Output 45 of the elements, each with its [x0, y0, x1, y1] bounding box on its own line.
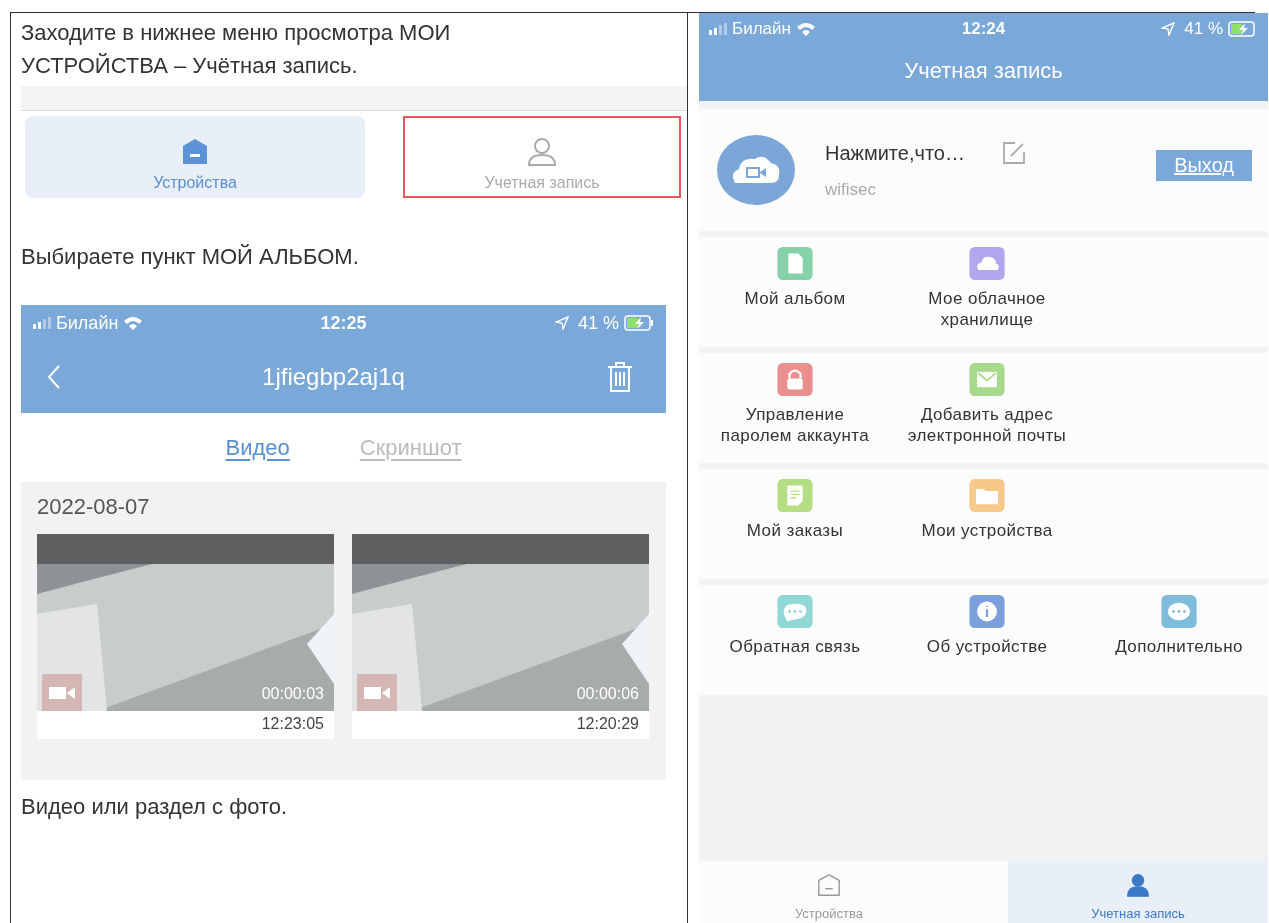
account-name: wifisec: [825, 180, 877, 200]
carrier-name: Билайн: [732, 19, 791, 39]
battery-percent: 41 %: [577, 312, 619, 334]
house-icon: [816, 872, 842, 898]
video-time: 12:20:29: [575, 714, 640, 734]
location-arrow-icon: [554, 316, 569, 330]
clock-time: 12:25: [320, 312, 367, 334]
video-camera-icon: [364, 685, 390, 701]
instruction-text: Выбираете пункт МОЙ АЛЬБОМ.: [21, 243, 360, 271]
menu-item[interactable]: Мои устройства: [891, 479, 1083, 541]
wifi-icon: [795, 22, 816, 36]
trash-icon[interactable]: [606, 361, 634, 393]
video-duration: 00:00:03: [261, 685, 324, 703]
screen-title: Учетная запись: [903, 57, 1064, 85]
tab[interactable]: Учетная запись: [1008, 861, 1268, 923]
menu-item[interactable]: Обратная связь: [699, 595, 891, 657]
back-icon[interactable]: [47, 364, 61, 390]
battery-icon: [1228, 21, 1258, 37]
menu-item[interactable]: Мое облачное хранилище: [891, 247, 1083, 330]
device-id-title: 1jfiegbp2aj1q: [262, 363, 405, 391]
signal-icon: [709, 23, 727, 35]
instruction-text: Заходите в нижнее меню просмотра МОИ УСТРОЙСТВА – Учётная запись.: [21, 19, 452, 80]
wifi-icon: [123, 316, 144, 330]
menu-item[interactable]: Управление паролем аккаунта: [699, 363, 891, 446]
date-label: 2022-08-07: [37, 494, 151, 520]
menu-item[interactable]: Дополнительно: [1083, 595, 1269, 657]
video-time: 12:23:05: [260, 714, 325, 734]
location-arrow-icon: [1161, 22, 1176, 36]
video-duration: 00:00:06: [576, 685, 639, 703]
clock-time: 12:24: [961, 19, 1006, 39]
battery-percent: 41 %: [1184, 19, 1223, 39]
user-name: Нажмите,что…: [825, 141, 965, 165]
carrier-name: Билайн: [56, 312, 119, 334]
menu-item[interactable]: Мой альбом: [699, 247, 891, 309]
battery-icon: [624, 315, 654, 331]
menu-item[interactable]: Об устройстве: [891, 595, 1083, 657]
menu-item[interactable]: Мой заказы: [699, 479, 891, 541]
cloud-camera-avatar-icon: [717, 135, 795, 205]
person-icon: [525, 136, 559, 168]
person-icon: [1125, 872, 1151, 898]
edit-icon[interactable]: [1000, 140, 1027, 166]
menu-item[interactable]: Добавить адрес электронной почты: [891, 363, 1083, 446]
instruction-text: Видео или раздел с фото.: [21, 793, 289, 821]
video-camera-icon: [49, 685, 75, 701]
signal-icon: [33, 317, 51, 329]
